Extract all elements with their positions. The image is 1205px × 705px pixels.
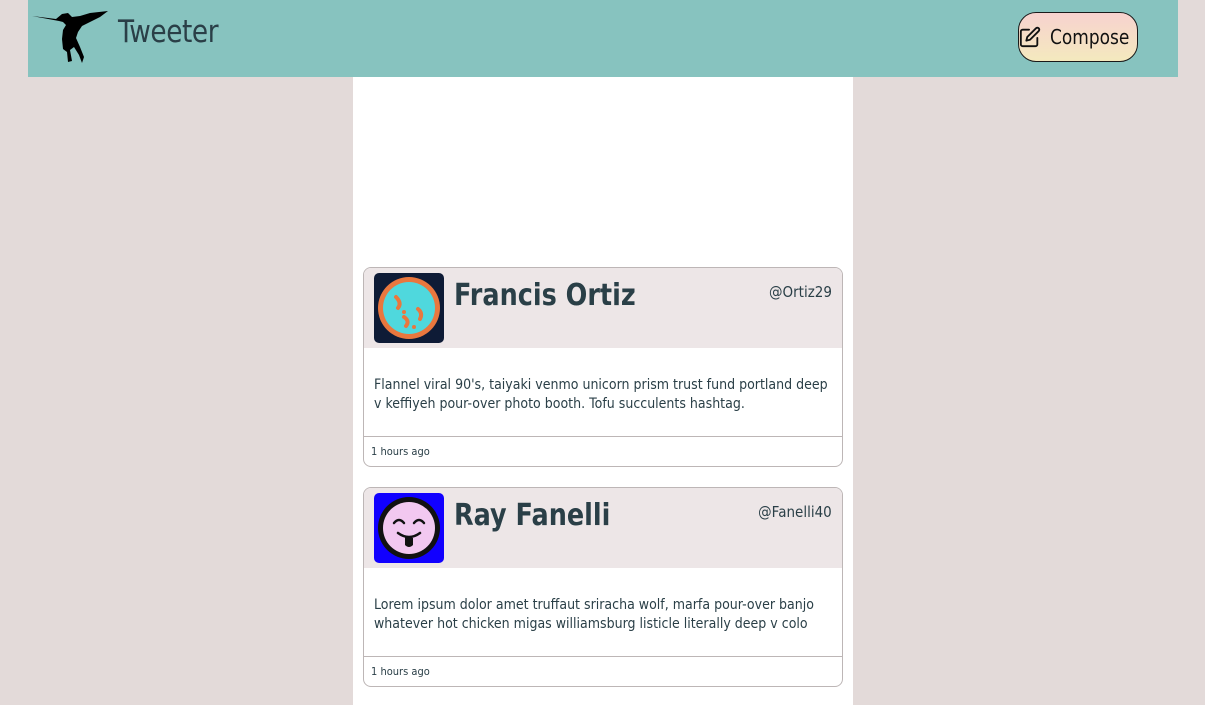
tweet-content: Lorem ipsum dolor amet truffaut sriracha… <box>374 597 814 632</box>
compose-label: Compose <box>1050 25 1130 49</box>
tongue-out-face-avatar <box>374 493 444 563</box>
tweet-footer: 1 hours ago <box>364 436 842 466</box>
edit-icon <box>1020 26 1041 48</box>
brand-title[interactable]: Tweeter <box>118 14 219 50</box>
navbar: Tweeter Compose <box>28 0 1178 77</box>
hummingbird-icon <box>32 11 108 63</box>
tweet-header: Francis Ortiz @Ortiz29 <box>364 268 842 348</box>
tweet-card: Francis Ortiz @Ortiz29 Flannel viral 90'… <box>363 267 843 467</box>
tweet-card: Ray Fanelli @Fanelli40 Lorem ipsum dolor… <box>363 487 843 687</box>
tweet-header: Ray Fanelli @Fanelli40 <box>364 488 842 568</box>
author-name: Ray Fanelli <box>454 498 611 533</box>
tweet-footer: 1 hours ago <box>364 656 842 686</box>
pizza-face-avatar <box>374 273 444 343</box>
tweet-feed: Francis Ortiz @Ortiz29 Flannel viral 90'… <box>353 77 853 705</box>
author-handle: @Ortiz29 <box>769 283 832 301</box>
tweet-content: Flannel viral 90's, taiyaki venmo unicor… <box>374 377 828 412</box>
author-name: Francis Ortiz <box>454 278 636 313</box>
author-handle: @Fanelli40 <box>758 503 832 521</box>
timestamp: 1 hours ago <box>371 445 430 458</box>
avatar <box>374 493 444 563</box>
timestamp: 1 hours ago <box>371 665 430 678</box>
compose-button[interactable]: Compose <box>1018 12 1138 62</box>
avatar <box>374 273 444 343</box>
